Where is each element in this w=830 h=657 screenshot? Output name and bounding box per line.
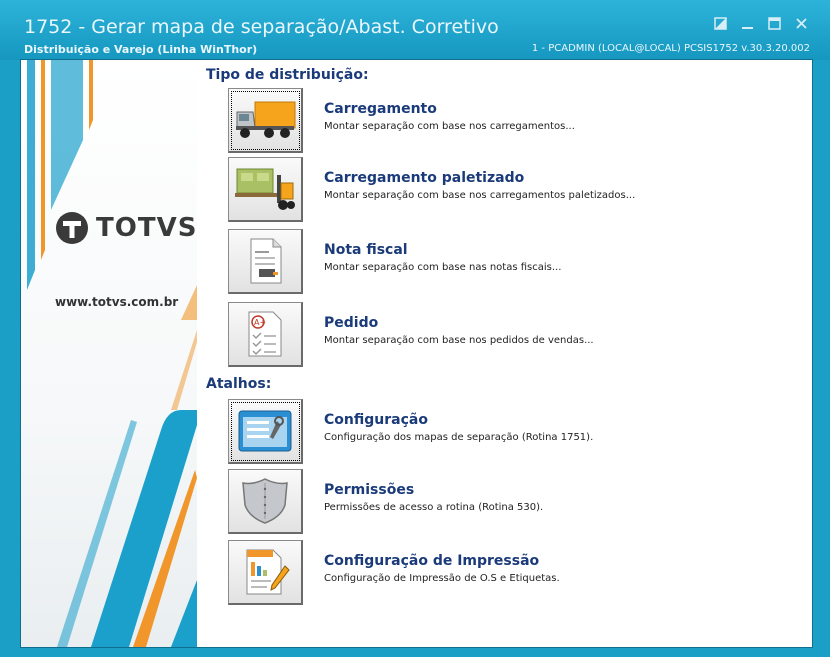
restore-icon[interactable] (714, 17, 727, 30)
option-description: Montar separação com base nos carregamen… (324, 121, 575, 132)
shield-icon (242, 478, 288, 524)
option-label: Nota fiscal (324, 242, 408, 258)
forklift-icon (235, 168, 295, 210)
maximize-icon[interactable] (768, 17, 781, 30)
truck-icon (236, 101, 296, 138)
option-description: Montar separação com base nos carregamen… (324, 190, 636, 201)
checklist-icon: A+ (248, 311, 282, 357)
carregamento-button[interactable] (228, 88, 303, 153)
option-label: Permissões (324, 482, 415, 498)
sidebar: TOTVS www.totvs.com.br (21, 60, 197, 647)
main-frame: TOTVS www.totvs.com.br Tipo de distribui… (20, 59, 813, 648)
invoice-icon (250, 238, 282, 284)
pedido-button[interactable]: A+ (228, 302, 303, 367)
option-description: Permissões de acesso a rotina (Rotina 53… (324, 502, 544, 513)
option-pedido[interactable]: A+ Pedido Montar separação com base nos … (228, 302, 788, 368)
window-controls (714, 17, 808, 30)
svg-text:A+: A+ (254, 318, 266, 327)
shortcut-configuracao-impressao[interactable]: Configuração de Impressão Configuração d… (228, 540, 788, 606)
window-title: 1752 - Gerar mapa de separação/Abast. Co… (24, 16, 499, 38)
permissoes-button[interactable] (228, 469, 303, 534)
minimize-icon[interactable] (741, 17, 754, 30)
option-label: Pedido (324, 315, 379, 331)
option-description: Montar separação com base nos pedidos de… (324, 335, 594, 346)
session-info: 1 - PCADMIN (LOCAL@LOCAL) PCSIS1752 v.30… (531, 43, 810, 54)
close-icon[interactable] (795, 17, 808, 30)
option-description: Configuração dos mapas de separação (Rot… (324, 432, 594, 443)
shortcut-permissoes[interactable]: Permissões Permissões de acesso a rotina… (228, 469, 788, 535)
distribution-heading: Tipo de distribuição: (206, 67, 369, 83)
totvs-logo: TOTVS (54, 210, 197, 246)
brand-name: TOTVS (96, 213, 197, 243)
configuracao-button[interactable] (228, 399, 303, 464)
carregamento-paletizado-button[interactable] (228, 157, 303, 222)
application-window: 1752 - Gerar mapa de separação/Abast. Co… (0, 0, 830, 657)
option-label: Configuração de Impressão (324, 553, 540, 569)
window-subtitle: Distribuição e Varejo (Linha WinThor) (24, 43, 258, 56)
title-bar[interactable]: 1752 - Gerar mapa de separação/Abast. Co… (0, 0, 830, 60)
totvs-logo-icon (56, 212, 88, 244)
option-carregamento-paletizado[interactable]: Carregamento paletizado Montar separação… (228, 157, 788, 223)
settings-window-icon (238, 410, 292, 452)
website-link: www.totvs.com.br (55, 295, 179, 309)
nota-fiscal-button[interactable] (228, 229, 303, 294)
option-carregamento[interactable]: Carregamento Montar separação com base n… (228, 88, 788, 154)
option-label: Carregamento paletizado (324, 170, 525, 186)
content-panel: Tipo de distribuição: Carregamento Monta… (197, 60, 812, 647)
option-nota-fiscal[interactable]: Nota fiscal Montar separação com base na… (228, 229, 788, 295)
configuracao-impressao-button[interactable] (228, 540, 303, 605)
shortcut-configuracao[interactable]: Configuração Configuração dos mapas de s… (228, 399, 788, 465)
shortcuts-heading: Atalhos: (206, 376, 272, 392)
option-label: Carregamento (324, 101, 437, 117)
option-description: Montar separação com base nas notas fisc… (324, 262, 562, 273)
option-description: Configuração de Impressão de O.S e Etiqu… (324, 573, 560, 584)
print-config-icon (246, 549, 290, 595)
decorative-stripes (27, 60, 197, 647)
option-label: Configuração (324, 412, 428, 428)
